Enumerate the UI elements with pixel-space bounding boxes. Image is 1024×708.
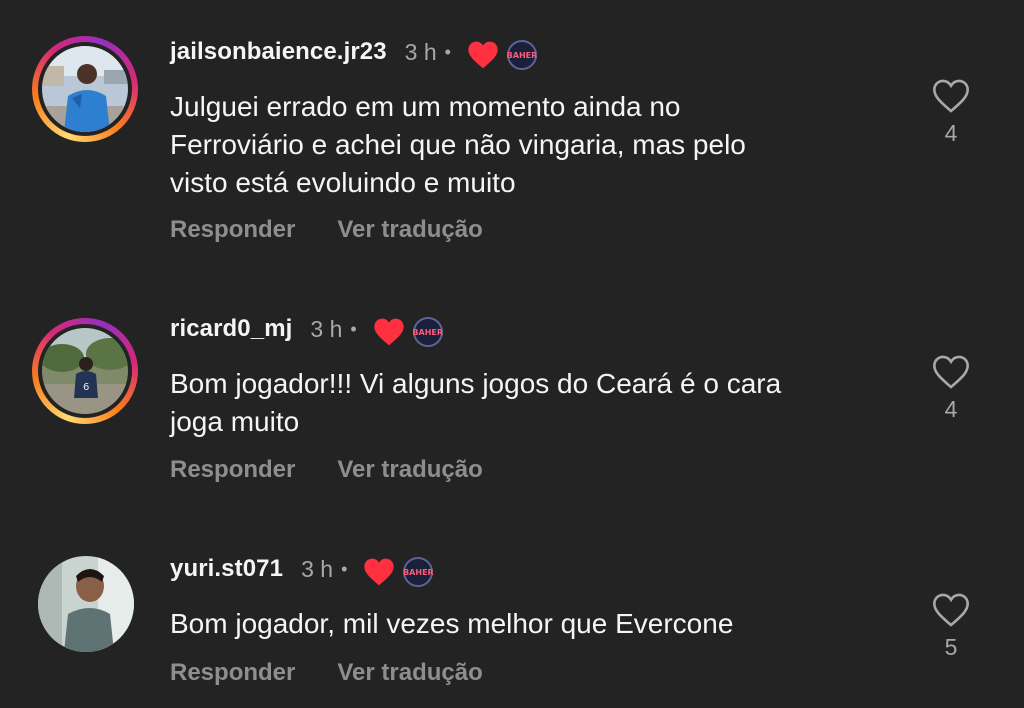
separator-dot: •: [444, 41, 451, 62]
like-control[interactable]: 4: [928, 354, 974, 423]
like-count: 4: [944, 396, 958, 422]
svg-text:6: 6: [83, 382, 89, 393]
timestamp: 3 h: [301, 555, 334, 582]
like-control[interactable]: 4: [928, 78, 974, 147]
comment-text-line: Julguei errado em um momento ainda no: [170, 91, 681, 122]
comment-text: Bom jogador!!! Vi alguns jogos do Ceará …: [170, 365, 870, 441]
creator-avatar-badge: BAHER: [507, 40, 537, 70]
comment-text-line: joga muito: [170, 406, 300, 437]
avatar-image: [38, 556, 134, 652]
separator-dot: •: [350, 318, 357, 339]
avatar: 6: [42, 328, 128, 414]
reply-button[interactable]: Responder: [170, 456, 295, 484]
comment-text: Julguei errado em um momento ainda no Fe…: [170, 88, 870, 202]
creator-avatar-badge: BAHER: [403, 557, 434, 587]
avatar-story-ring[interactable]: 6: [32, 318, 138, 424]
separator-dot: •: [341, 558, 348, 579]
comment-text-line: Bom jogador, mil vezes melhor que Everco…: [170, 608, 734, 639]
comment-text-line: visto está evoluindo e muito: [170, 167, 516, 198]
heart-outline-icon[interactable]: [931, 78, 971, 114]
creator-avatar-badge: BAHER: [412, 317, 443, 347]
reply-button[interactable]: Responder: [170, 659, 295, 687]
like-count: 5: [944, 634, 958, 660]
comment-text-line: Bom jogador!!! Vi alguns jogos do Ceará …: [170, 368, 782, 399]
see-translation-button[interactable]: Ver tradução: [337, 659, 482, 687]
see-translation-button[interactable]: Ver tradução: [337, 456, 482, 484]
avatar: [42, 46, 128, 132]
username[interactable]: jailsonbaience.jr23: [170, 38, 387, 66]
red-heart-icon: [374, 318, 404, 346]
heart-outline-icon[interactable]: [931, 354, 971, 390]
heart-outline-icon[interactable]: [931, 592, 971, 628]
like-count: 4: [944, 120, 958, 146]
red-heart-icon: [468, 41, 498, 69]
username[interactable]: ricard0_mj: [170, 315, 292, 343]
reply-button[interactable]: Responder: [170, 216, 295, 244]
avatar-story-ring[interactable]: [32, 36, 138, 142]
timestamp: 3 h: [310, 315, 343, 342]
avatar[interactable]: [38, 556, 134, 652]
red-heart-icon: [364, 558, 395, 586]
see-translation-button[interactable]: Ver tradução: [337, 216, 482, 244]
comment-text-line: Ferroviário e achei que não vingaria, ma…: [170, 129, 746, 160]
like-control[interactable]: 5: [928, 592, 974, 661]
comment-text: Bom jogador, mil vezes melhor que Everco…: [170, 605, 870, 643]
username[interactable]: yuri.st071: [170, 555, 283, 583]
timestamp: 3 h: [404, 38, 437, 65]
